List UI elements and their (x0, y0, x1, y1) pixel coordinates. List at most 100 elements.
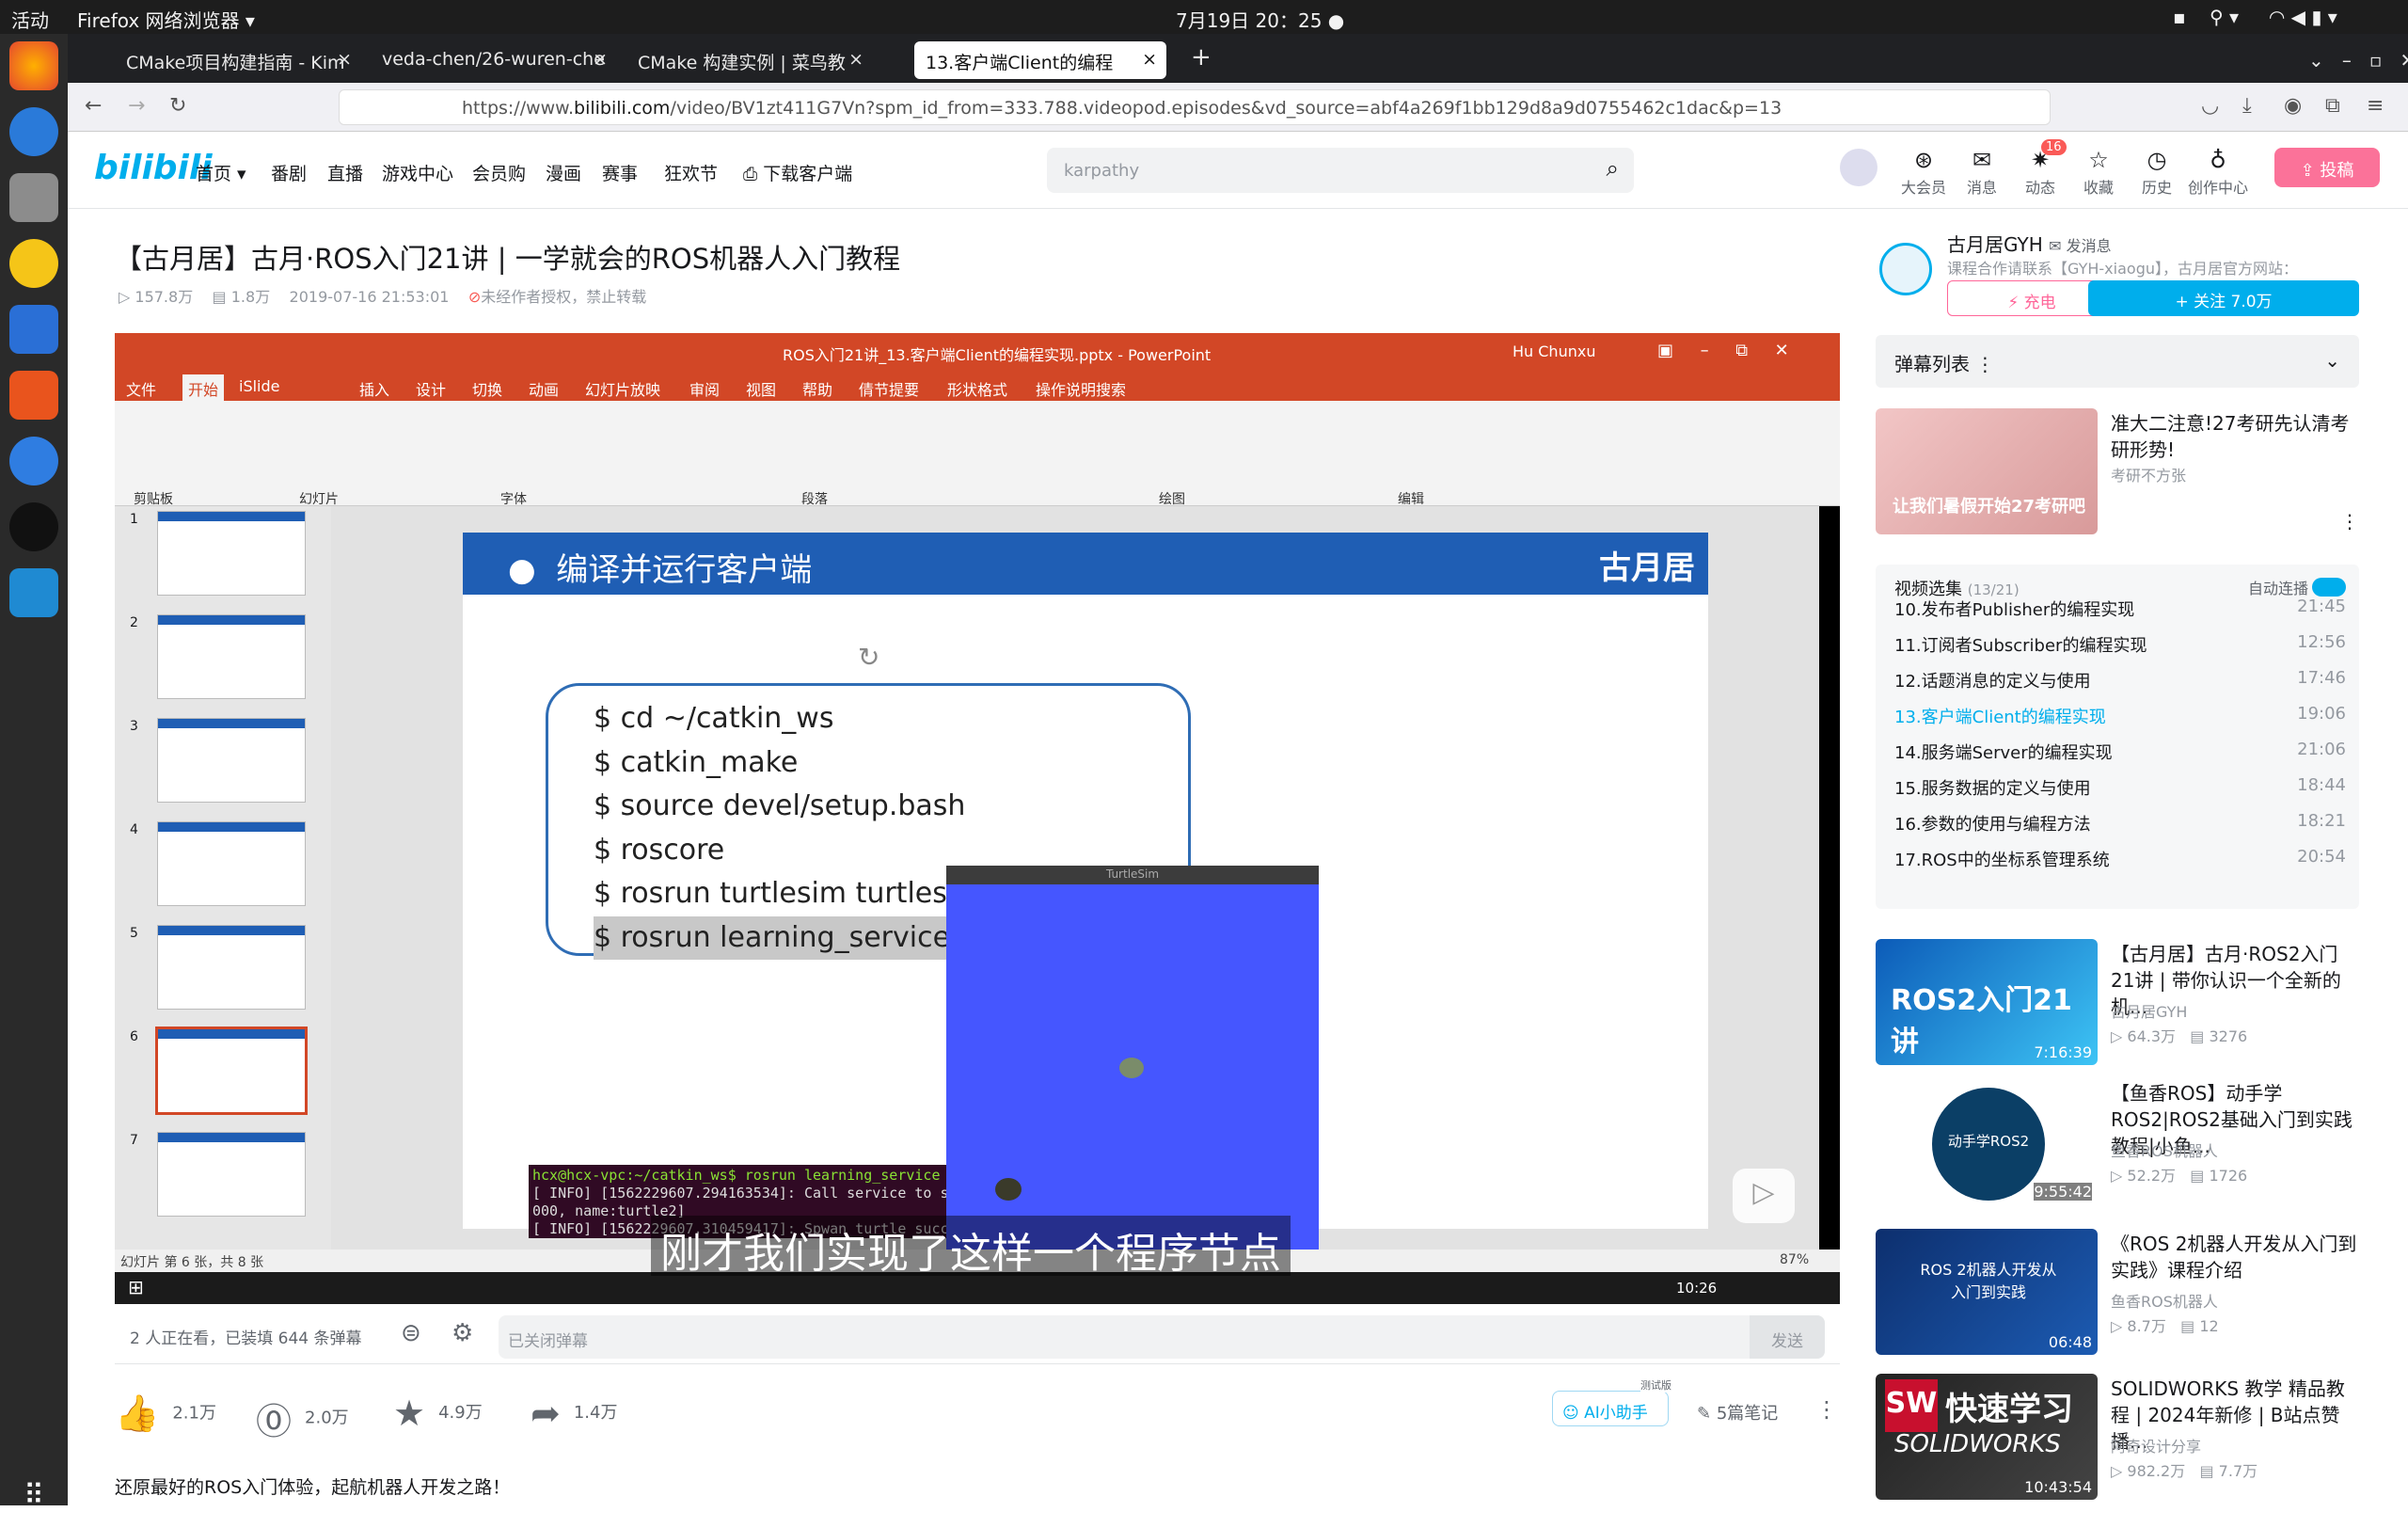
slide-thumbnail[interactable] (157, 925, 306, 1010)
upload-button[interactable]: ⇪ 投稿 (2274, 148, 2380, 187)
message-link[interactable]: ✉ 消息 (1956, 147, 2007, 198)
tab-github[interactable]: veda-chen/26-wuren-che × (371, 41, 617, 79)
danmaku-toggle-icon[interactable]: ⊜ (401, 1319, 421, 1347)
tab-bilibili-active[interactable]: 13.客户端Client的编程 × (914, 41, 1166, 79)
reload-icon[interactable]: ↻ (169, 94, 186, 118)
back-icon[interactable]: ← (85, 94, 102, 118)
video-player[interactable]: ROS入门21讲_13.客户端Client的编程实现.pptx - PowerP… (115, 333, 1840, 1304)
nav-live[interactable]: 直播 (327, 160, 363, 185)
rec-card[interactable]: ROS2入门21讲 7:16:39 【古月居】古月·ROS2入门21讲 | 带你认… (1876, 939, 2359, 1067)
notes-button[interactable]: ✎ 5篇笔记 (1697, 1400, 1778, 1425)
history-link[interactable]: ◷ 历史 (2131, 147, 2182, 198)
avatar[interactable] (1840, 149, 1877, 186)
close-icon[interactable]: × (337, 49, 352, 70)
danmaku-list-toggle[interactable]: 弹幕列表 ⋮ ⌄ (1876, 335, 2359, 388)
window-controls[interactable]: ⌄ – ▫ ✕ (2297, 41, 2408, 79)
tab-runoob[interactable]: CMake 构建实例 | 菜鸟教 × (626, 41, 873, 79)
ppt-tab[interactable]: 设计 (416, 377, 446, 400)
ppt-tab[interactable]: 帮助 (802, 377, 832, 400)
downloads-icon[interactable]: ⤓ (2242, 94, 2252, 118)
favorite-button[interactable]: ★ 4.9万 (393, 1393, 483, 1434)
close-icon[interactable]: × (848, 49, 863, 70)
rec-card[interactable]: 动手学ROS2 9:55:42 【鱼香ROS】动手学ROS2|ROS2基础入门到实… (1876, 1078, 2359, 1206)
ppt-tab[interactable]: 插入 (359, 377, 389, 400)
help-icon[interactable] (9, 437, 58, 485)
close-icon[interactable]: × (1142, 49, 1157, 70)
more-icon[interactable]: ⋮ (2340, 510, 2359, 533)
search-input[interactable]: karpathy ⌕ (1047, 148, 1634, 193)
like-button[interactable]: 👍 2.1万 (115, 1393, 216, 1435)
url-bar[interactable]: https://www.bilibili.com/video/BV1zt411G… (339, 89, 2051, 125)
playlist-item[interactable]: 13.客户端Client的编程实现 19:06 (1894, 704, 2346, 728)
ppt-tab[interactable]: 文件 (126, 377, 156, 400)
pocket-icon[interactable]: ◡ (2201, 94, 2219, 118)
bilibili-logo[interactable]: bilibili (94, 149, 213, 187)
nav-game[interactable]: 游戏中心 (382, 160, 453, 185)
close-icon[interactable]: × (593, 49, 608, 70)
share-button[interactable]: ➦ 1.4万 (531, 1393, 617, 1434)
nav-match[interactable]: 赛事 (602, 160, 638, 185)
playlist-item[interactable]: 12.话题消息的定义与使用 17:46 (1894, 668, 2346, 692)
playlist-item[interactable]: 11.订阅者Subscriber的编程实现 12:56 (1894, 632, 2346, 657)
creator-link[interactable]: ♁ 创作中心 (2188, 147, 2248, 198)
send-button[interactable]: 发送 (1750, 1315, 1825, 1359)
vscode-icon[interactable] (9, 568, 58, 617)
nav-manga[interactable]: 漫画 (546, 160, 581, 185)
thunderbird-icon[interactable] (9, 107, 58, 156)
activities-button[interactable]: 活动 (11, 6, 49, 33)
follow-button[interactable]: + 关注 7.0万 (2088, 280, 2359, 316)
nav-fanju[interactable]: 番剧 (271, 160, 307, 185)
rhythmbox-icon[interactable] (9, 239, 58, 288)
slide-thumbnail[interactable] (157, 718, 306, 803)
ppt-tab[interactable]: 倩节提要 (859, 377, 919, 400)
ai-assistant-button[interactable]: ☺ AI小助手 (1552, 1391, 1669, 1426)
forward-icon[interactable]: → (128, 94, 145, 118)
apps-grid-icon[interactable]: ⠿ (9, 1479, 58, 1528)
ppt-tab[interactable]: 切换 (472, 377, 502, 400)
uploader-avatar[interactable] (1879, 243, 1932, 295)
rec-card[interactable]: ROS 2机器人开发从入门到实践 06:48 《ROS 2机器人开发从入门到实践》… (1876, 1229, 2359, 1357)
danmaku-settings-icon[interactable]: ⚙ (452, 1319, 473, 1347)
ppt-tab[interactable]: 幻灯片放映 (585, 377, 660, 400)
ppt-tab[interactable]: 视图 (746, 377, 776, 400)
nav-vip[interactable]: 会员购 (472, 160, 526, 185)
playlist-item[interactable]: 10.发布者Publisher的编程实现 21:45 (1894, 597, 2346, 621)
autoplay-toggle[interactable] (2312, 578, 2346, 597)
slide-thumbnail[interactable] (157, 1132, 306, 1217)
nav-download[interactable]: ⎙ 下载客户端 (743, 160, 852, 185)
slide-thumbnail[interactable] (157, 511, 306, 596)
firefox-icon[interactable] (9, 41, 58, 90)
ppt-tab[interactable]: 形状格式 (947, 377, 1007, 400)
nav-carnival[interactable]: 狂欢节 (664, 160, 718, 185)
software-icon[interactable] (9, 371, 58, 420)
playlist-item[interactable]: 14.服务端Server的编程实现 21:06 (1894, 740, 2346, 764)
ppt-tab[interactable]: 开始 (182, 374, 225, 401)
uploader-name[interactable]: 古月居GYH ✉ 发消息 (1947, 230, 2112, 257)
slide-thumbnail[interactable] (157, 614, 306, 699)
play-icon[interactable]: ▷ (1733, 1169, 1795, 1223)
writer-icon[interactable] (9, 305, 58, 354)
rec-card[interactable]: SW 快速学习 SOLIDWORKS 10:43:54 SOLIDWORKS 教学 精… (1876, 1374, 2359, 1502)
coin-button[interactable]: ⓪ 2.0万 (256, 1393, 349, 1444)
playlist-item[interactable]: 15.服务数据的定义与使用 18:44 (1894, 775, 2346, 800)
slide-thumbnail[interactable] (155, 1027, 308, 1115)
favorites-link[interactable]: ☆ 收藏 (2073, 147, 2124, 198)
message-link[interactable]: ✉ 发消息 (2049, 237, 2112, 255)
ppt-tab[interactable]: 审阅 (689, 377, 720, 400)
search-icon[interactable]: ⌕ (1607, 155, 1619, 182)
more-icon[interactable]: ⋮ (1815, 1396, 1838, 1423)
qq-icon[interactable] (9, 502, 58, 551)
ppt-tab[interactable]: 动画 (529, 377, 559, 400)
app-menu[interactable]: Firefox 网络浏览器 ▾ (77, 6, 255, 33)
slide-thumbnail[interactable] (157, 821, 306, 906)
ppt-tab[interactable]: iSlide (239, 377, 280, 395)
files-icon[interactable] (9, 173, 58, 222)
nav-home[interactable]: 首页 ▾ (196, 160, 246, 185)
clock[interactable]: 7月19日 20：25 ● (1176, 6, 1344, 33)
playlist-item[interactable]: 16.参数的使用与编程方法 18:21 (1894, 811, 2346, 836)
ad-card[interactable]: 让我们暑假开始27考研吧 准大二注意!27考研先认清考研形势! 考研不方张 ⋮ (1876, 408, 2359, 536)
extensions-icon[interactable]: ⧉ (2325, 94, 2340, 118)
account-icon[interactable]: ◉ (2284, 94, 2302, 118)
danmaku-input[interactable]: 已关闭弹幕 发送 (499, 1315, 1825, 1359)
new-tab-button[interactable]: + (1183, 41, 1221, 79)
